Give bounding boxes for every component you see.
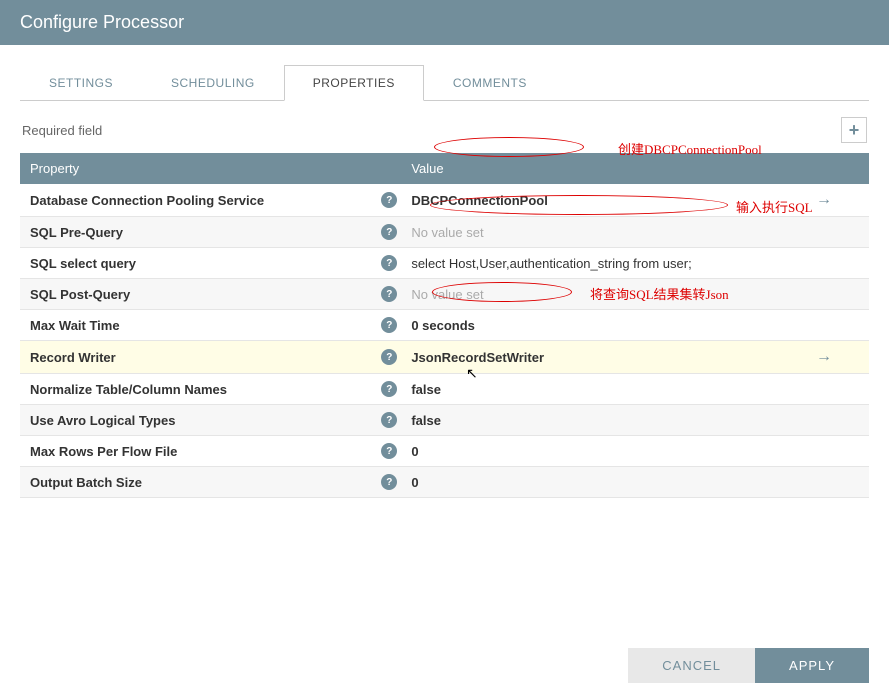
dialog-footer: CANCEL APPLY: [0, 648, 889, 683]
dialog-title: Configure Processor: [20, 12, 184, 32]
help-icon[interactable]: ?: [381, 412, 397, 428]
property-value[interactable]: 0: [411, 444, 418, 459]
property-name: Output Batch Size: [30, 475, 142, 490]
property-name: SQL Pre-Query: [30, 225, 123, 240]
property-value[interactable]: No value set: [411, 225, 483, 240]
mouse-cursor: ↖: [466, 365, 478, 382]
help-icon[interactable]: ?: [381, 224, 397, 240]
property-row[interactable]: SQL Post-Query? No value set: [20, 279, 869, 310]
tabs-bar: SETTINGS SCHEDULING PROPERTIES COMMENTS: [20, 65, 869, 101]
dialog-content: SETTINGS SCHEDULING PROPERTIES COMMENTS …: [0, 45, 889, 518]
property-value[interactable]: 0 seconds: [411, 318, 475, 333]
property-value[interactable]: JsonRecordSetWriter: [411, 350, 544, 365]
help-icon[interactable]: ?: [381, 317, 397, 333]
help-icon[interactable]: ?: [381, 474, 397, 490]
property-row[interactable]: SQL Pre-Query? No value set: [20, 217, 869, 248]
header-property: Property: [30, 161, 411, 176]
property-row[interactable]: Max Rows Per Flow File? 0: [20, 436, 869, 467]
property-name: Use Avro Logical Types: [30, 413, 175, 428]
property-value[interactable]: false: [411, 382, 441, 397]
apply-button[interactable]: APPLY: [755, 648, 869, 683]
tab-comments[interactable]: COMMENTS: [424, 65, 556, 100]
property-row[interactable]: Max Wait Time? 0 seconds: [20, 310, 869, 341]
property-value[interactable]: 0: [411, 475, 418, 490]
property-row[interactable]: SQL select query? select Host,User,authen…: [20, 248, 869, 279]
property-name: Record Writer: [30, 350, 116, 365]
property-row[interactable]: Database Connection Pooling Service? DBCP…: [20, 184, 869, 217]
property-row[interactable]: Use Avro Logical Types? false: [20, 405, 869, 436]
property-value[interactable]: select Host,User,authentication_string f…: [411, 256, 691, 271]
required-label: Required field: [22, 123, 102, 138]
property-table-body: Database Connection Pooling Service? DBCP…: [20, 184, 869, 498]
property-row[interactable]: Record Writer? JsonRecordSetWriter →: [20, 341, 869, 374]
property-name: Normalize Table/Column Names: [30, 382, 227, 397]
property-row[interactable]: Output Batch Size? 0: [20, 467, 869, 498]
property-name: Database Connection Pooling Service: [30, 193, 264, 208]
help-icon[interactable]: ?: [381, 349, 397, 365]
tab-scheduling[interactable]: SCHEDULING: [142, 65, 284, 100]
help-icon[interactable]: ?: [381, 381, 397, 397]
tab-properties[interactable]: PROPERTIES: [284, 65, 424, 101]
required-row: Required field +: [20, 113, 869, 147]
goto-icon[interactable]: →: [816, 191, 832, 209]
property-name: Max Rows Per Flow File: [30, 444, 177, 459]
property-value[interactable]: false: [411, 413, 441, 428]
property-value[interactable]: No value set: [411, 287, 483, 302]
cancel-button[interactable]: CANCEL: [628, 648, 755, 683]
tab-settings[interactable]: SETTINGS: [20, 65, 142, 100]
help-icon[interactable]: ?: [381, 255, 397, 271]
property-name: SQL Post-Query: [30, 287, 130, 302]
property-value[interactable]: DBCPConnectionPool: [411, 193, 548, 208]
help-icon[interactable]: ?: [381, 443, 397, 459]
property-name: Max Wait Time: [30, 318, 120, 333]
help-icon[interactable]: ?: [381, 286, 397, 302]
property-name: SQL select query: [30, 256, 136, 271]
goto-icon[interactable]: →: [816, 348, 832, 366]
property-row[interactable]: Normalize Table/Column Names? false: [20, 374, 869, 405]
property-table-header: Property Value: [20, 153, 869, 184]
dialog-header: Configure Processor: [0, 0, 889, 45]
help-icon[interactable]: ?: [381, 192, 397, 208]
header-value: Value: [411, 161, 789, 176]
add-property-button[interactable]: +: [841, 117, 867, 143]
